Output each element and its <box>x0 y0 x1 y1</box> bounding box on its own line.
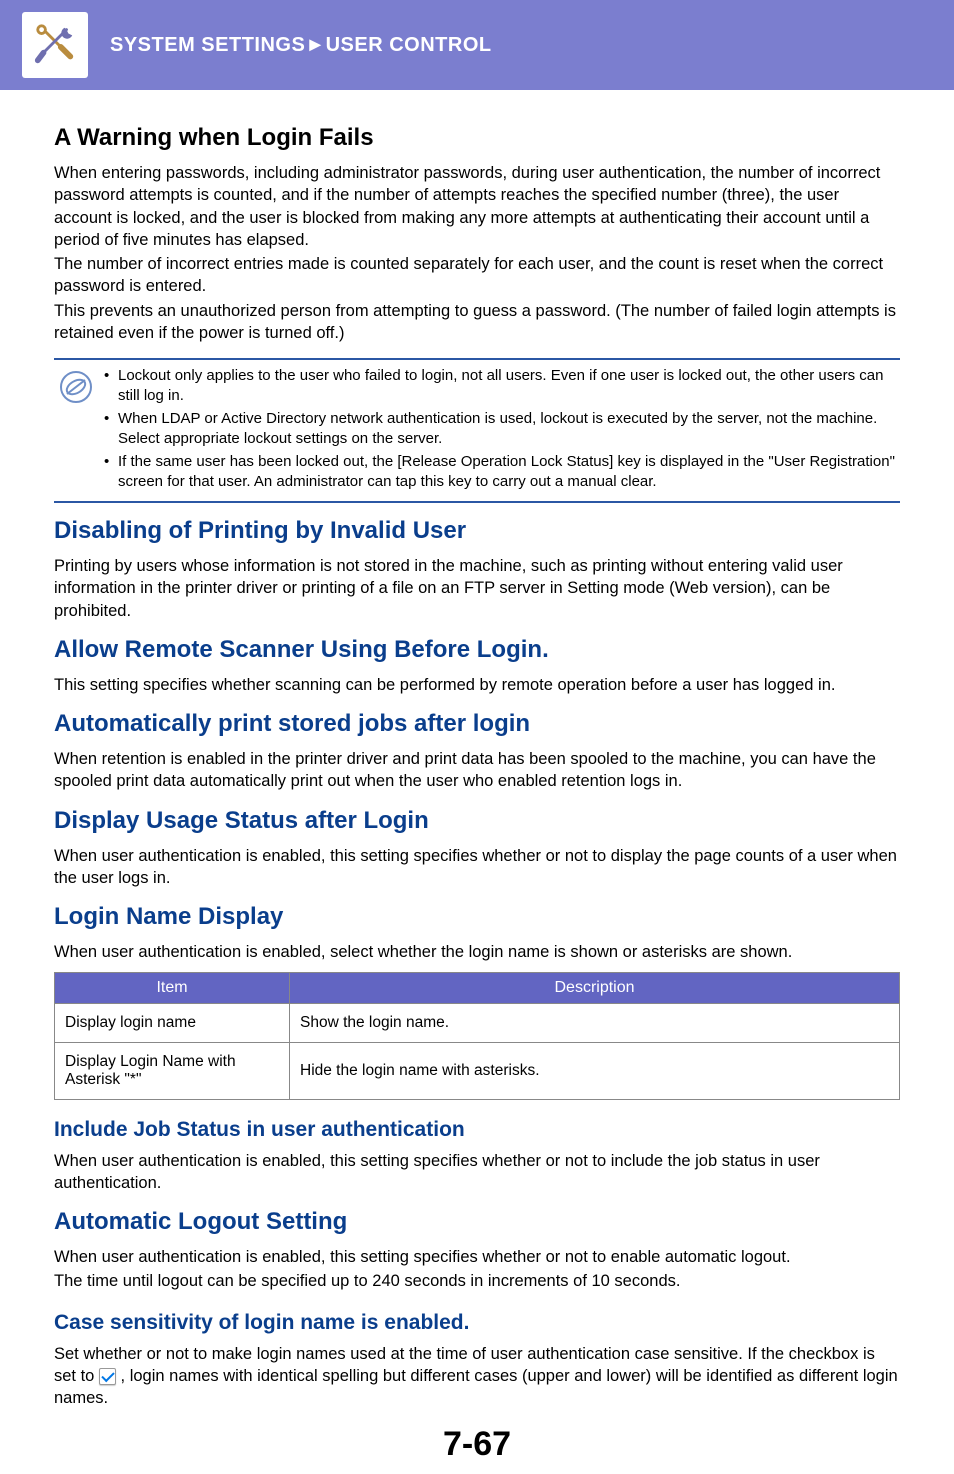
table-cell: Hide the login name with asterisks. <box>290 1042 900 1099</box>
table-row: Display Login Name with Asterisk "*" Hid… <box>55 1042 900 1099</box>
note-icon <box>54 366 98 404</box>
heading-allow-remote-scanner[interactable]: Allow Remote Scanner Using Before Login. <box>54 636 900 664</box>
paragraph: When user authentication is enabled, sel… <box>54 941 900 963</box>
page-header: SYSTEM SETTINGS►USER CONTROL <box>0 0 954 90</box>
heading-display-usage-status[interactable]: Display Usage Status after Login <box>54 807 900 835</box>
note-item: Lockout only applies to the user who fai… <box>104 366 900 405</box>
paragraph: When user authentication is enabled, thi… <box>54 1150 900 1195</box>
table-header-item: Item <box>55 972 290 1003</box>
heading-login-name-display[interactable]: Login Name Display <box>54 903 900 931</box>
text: , login names with identical spelling bu… <box>54 1367 898 1407</box>
heading-include-job-status[interactable]: Include Job Status in user authenticatio… <box>54 1118 900 1142</box>
paragraph: When user authentication is enabled, thi… <box>54 1246 900 1268</box>
heading-disable-printing[interactable]: Disabling of Printing by Invalid User <box>54 517 900 545</box>
heading-automatic-logout[interactable]: Automatic Logout Setting <box>54 1208 900 1236</box>
note-item: If the same user has been locked out, th… <box>104 452 900 491</box>
page-number: 7-67 <box>54 1425 900 1464</box>
heading-auto-print-stored[interactable]: Automatically print stored jobs after lo… <box>54 710 900 738</box>
paragraph: When retention is enabled in the printer… <box>54 748 900 793</box>
table-cell: Show the login name. <box>290 1003 900 1042</box>
breadcrumb-page: USER CONTROL <box>326 34 492 56</box>
settings-tools-icon <box>22 12 88 78</box>
paragraph: Printing by users whose information is n… <box>54 555 900 622</box>
breadcrumb-separator-icon: ► <box>305 34 325 56</box>
paragraph: This prevents an unauthorized person fro… <box>54 300 900 345</box>
note-block: Lockout only applies to the user who fai… <box>54 360 900 503</box>
paragraph: The time until logout can be specified u… <box>54 1270 900 1292</box>
login-name-display-table: Item Description Display login name Show… <box>54 972 900 1100</box>
heading-case-sensitivity[interactable]: Case sensitivity of login name is enable… <box>54 1311 900 1335</box>
table-row: Display login name Show the login name. <box>55 1003 900 1042</box>
table-header-description: Description <box>290 972 900 1003</box>
breadcrumb: SYSTEM SETTINGS►USER CONTROL <box>110 34 492 57</box>
paragraph: When entering passwords, including admin… <box>54 162 900 251</box>
page-content: A Warning when Login Fails When entering… <box>0 90 954 1474</box>
note-list: Lockout only applies to the user who fai… <box>98 366 900 495</box>
paragraph: The number of incorrect entries made is … <box>54 253 900 298</box>
breadcrumb-section: SYSTEM SETTINGS <box>110 34 305 56</box>
paragraph: This setting specifies whether scanning … <box>54 674 900 696</box>
table-cell: Display login name <box>55 1003 290 1042</box>
heading-warning-login-fails: A Warning when Login Fails <box>54 124 900 152</box>
note-item: When LDAP or Active Directory network au… <box>104 409 900 448</box>
paragraph: Set whether or not to make login names u… <box>54 1343 900 1410</box>
paragraph: When user authentication is enabled, thi… <box>54 845 900 890</box>
table-cell: Display Login Name with Asterisk "*" <box>55 1042 290 1099</box>
checkbox-checked-icon <box>99 1368 116 1385</box>
